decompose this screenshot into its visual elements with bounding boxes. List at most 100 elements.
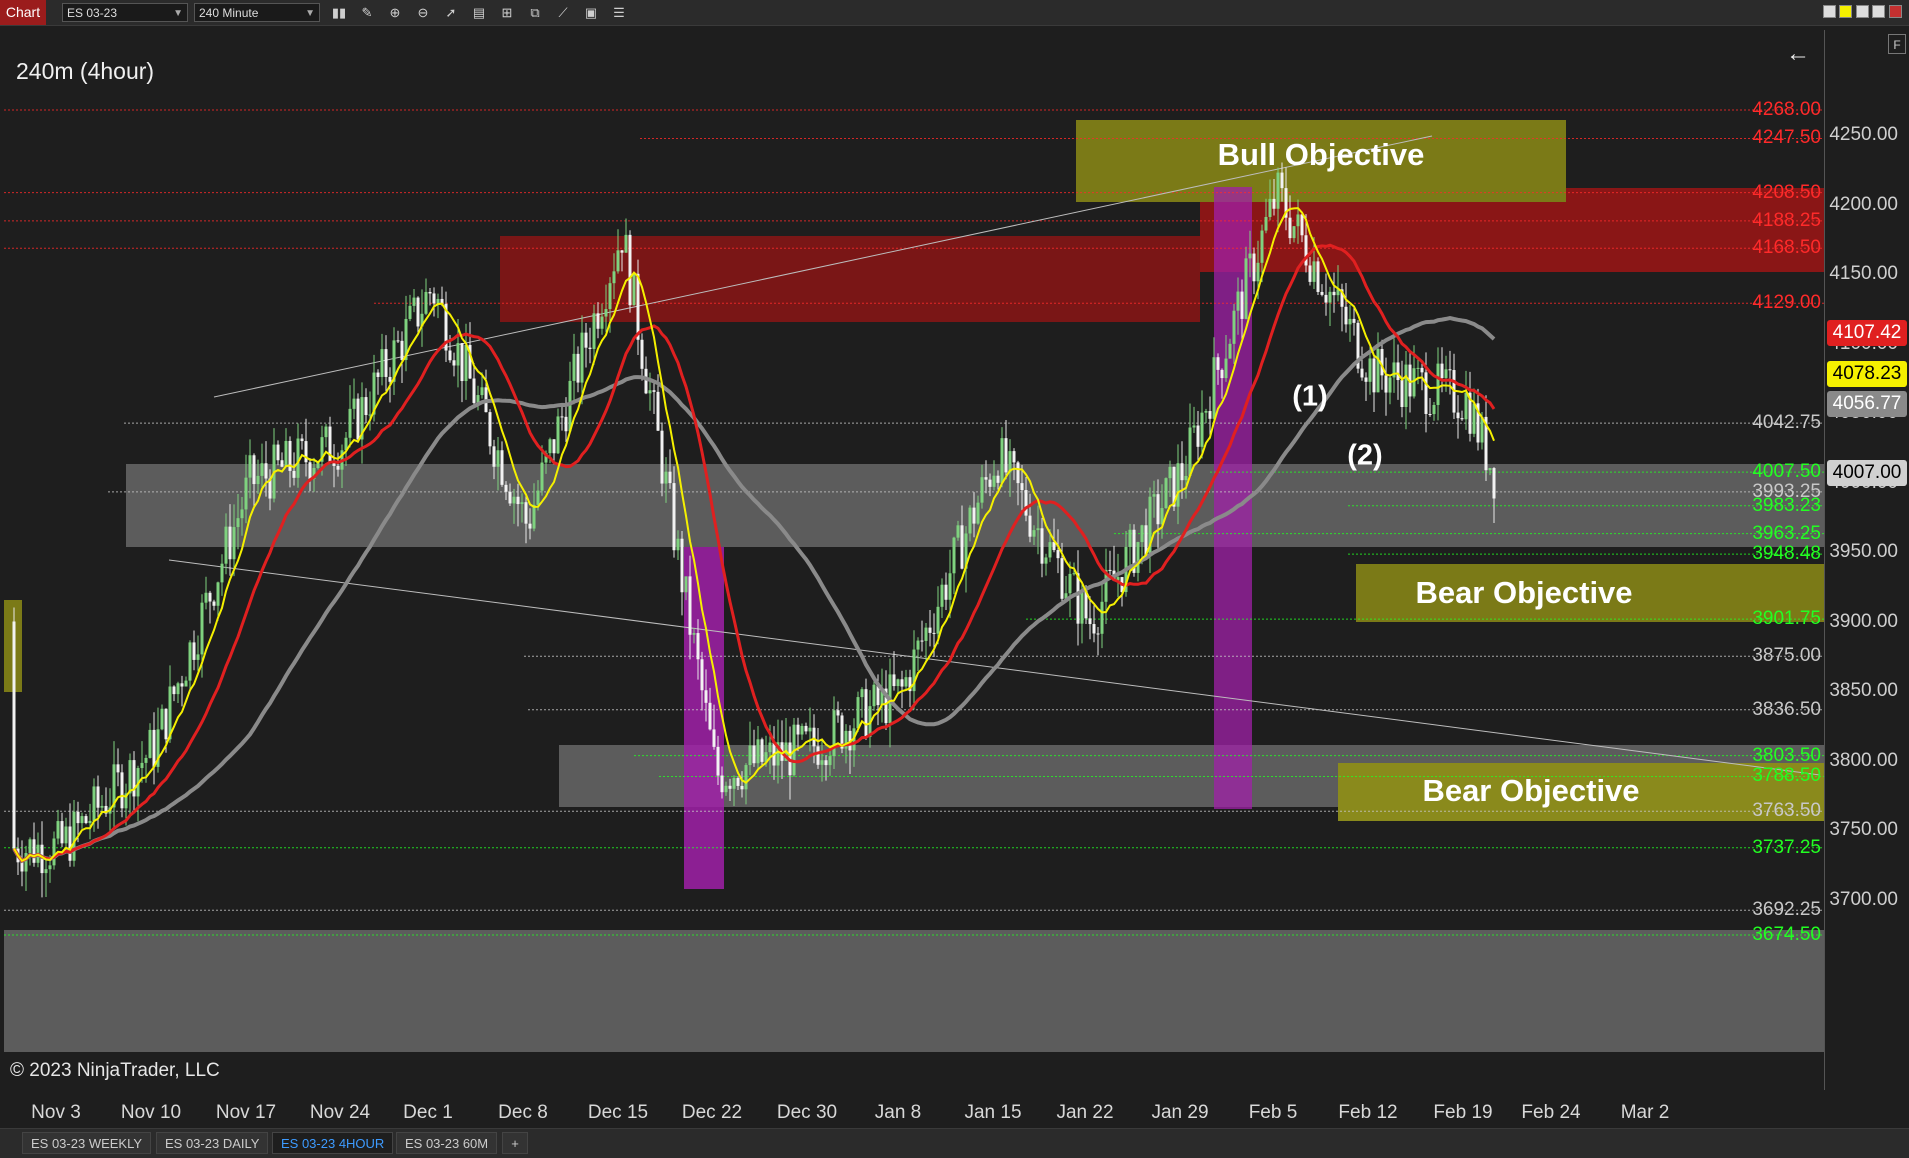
candle-body: [1176, 463, 1180, 507]
candle-body: [1108, 569, 1112, 571]
date-label: Nov 17: [215, 1102, 277, 1123]
candle-body: [856, 697, 860, 729]
tab-4hour[interactable]: ES 03-23 4HOUR: [272, 1132, 394, 1154]
tab-daily[interactable]: ES 03-23 DAILY: [156, 1132, 269, 1154]
candle-body: [696, 633, 700, 660]
list-icon[interactable]: ☰: [610, 4, 628, 21]
candle-body: [224, 526, 228, 564]
candle-body: [744, 765, 748, 790]
price-chart: [4, 109, 1824, 1052]
candle-body: [828, 756, 832, 766]
candle-body: [228, 526, 232, 560]
candle-body: [396, 340, 400, 342]
indicators-icon[interactable]: ⧉: [526, 4, 544, 21]
candle-body: [936, 606, 940, 634]
candle-body: [1136, 542, 1140, 573]
bear-objective-label-1: Bear Objective: [1415, 575, 1633, 610]
date-label: Dec 1: [403, 1102, 453, 1123]
candle-body: [160, 708, 164, 730]
candle-body: [248, 455, 252, 478]
level-label: 4129.00: [1752, 292, 1821, 314]
properties-icon[interactable]: ▣: [582, 4, 600, 21]
templates-icon[interactable]: ⊞: [498, 4, 516, 21]
candle-body: [1228, 343, 1232, 359]
level-label: 3963.25: [1752, 522, 1821, 544]
candle-body: [460, 343, 464, 382]
candle-body: [1040, 528, 1044, 564]
candle-body: [44, 869, 48, 874]
candle-body: [1376, 349, 1380, 393]
date-label: Feb 12: [1338, 1102, 1398, 1123]
candle-body: [60, 821, 64, 844]
candle-body: [1372, 358, 1376, 393]
window-color-icon[interactable]: [1839, 5, 1852, 18]
candle-body: [28, 839, 32, 854]
back-arrow-icon[interactable]: ←: [1786, 40, 1810, 68]
price-axis[interactable]: 4250.004200.004150.004100.004050.004000.…: [1824, 30, 1909, 1090]
close-icon[interactable]: [1889, 5, 1902, 18]
candle-body: [1072, 573, 1076, 575]
candle-body: [740, 785, 744, 790]
candle-body: [100, 805, 104, 808]
candle-body: [524, 502, 528, 524]
candle-body: [820, 760, 824, 765]
candle-body: [576, 353, 580, 383]
candle-body: [540, 462, 544, 491]
data-box-icon[interactable]: ▤: [470, 4, 488, 21]
candle-body: [1360, 368, 1364, 378]
tab-weekly[interactable]: ES 03-23 WEEKLY: [22, 1132, 152, 1154]
price-axis-label: 3950.00: [1829, 541, 1898, 562]
candle-body: [968, 507, 972, 534]
candle-body: [824, 760, 828, 766]
candle-body: [1200, 412, 1204, 447]
candle-body: [940, 584, 944, 607]
draw-pencil-icon[interactable]: ✎: [358, 4, 376, 21]
tab-60m[interactable]: ES 03-23 60M: [396, 1132, 498, 1154]
minimize-icon[interactable]: [1856, 5, 1869, 18]
candle-body: [1316, 261, 1320, 292]
candle-body: [636, 273, 640, 340]
candle-body: [1164, 478, 1168, 509]
instrument-selector[interactable]: ES 03-23 ▼: [62, 3, 188, 22]
candle-body: [748, 745, 752, 766]
pointer-icon[interactable]: ➚: [442, 4, 460, 21]
candle-body: [664, 471, 668, 484]
candle-body: [412, 297, 416, 306]
candle-body: [416, 297, 420, 327]
candle-body: [384, 349, 388, 377]
candle-body: [256, 475, 260, 485]
candle-body: [128, 760, 132, 794]
candle-body: [532, 504, 536, 529]
candle-body: [632, 273, 636, 306]
candle-body: [1060, 558, 1064, 599]
interval-selector[interactable]: 240 Minute ▼: [194, 3, 320, 22]
candle-body: [1236, 291, 1240, 311]
add-tab-button[interactable]: +: [502, 1132, 528, 1154]
candle-body: [276, 444, 280, 461]
date-label: Feb 19: [1433, 1102, 1493, 1123]
candle-body: [956, 525, 960, 538]
candle-body: [76, 811, 80, 824]
axis-f-button[interactable]: F: [1888, 34, 1906, 54]
candle-body: [1312, 261, 1316, 282]
bar-type-icon[interactable]: ▮▮: [330, 4, 348, 21]
candle-body: [920, 640, 924, 642]
zoom-out-icon[interactable]: ⊖: [414, 4, 432, 21]
candle-body: [1056, 550, 1060, 559]
candle-body: [904, 677, 908, 687]
chart-menu-button[interactable]: Chart: [0, 0, 46, 25]
candle-body: [512, 496, 516, 504]
candle-body: [72, 811, 76, 861]
candle-body: [536, 490, 540, 505]
candle-body: [864, 689, 868, 737]
chart-plot-area[interactable]: Bull Objective Bear Objective Bear Objec…: [4, 30, 1824, 1090]
candle-body: [720, 775, 724, 793]
window-link-icon[interactable]: [1823, 5, 1836, 18]
level-label: 3948.48: [1752, 543, 1821, 565]
price-axis-label: 3850.00: [1829, 680, 1898, 701]
strategies-icon[interactable]: ⟋: [554, 4, 572, 21]
date-label: Dec 30: [776, 1102, 838, 1123]
candle-body: [1276, 172, 1280, 209]
zoom-in-icon[interactable]: ⊕: [386, 4, 404, 21]
maximize-icon[interactable]: [1872, 5, 1885, 18]
